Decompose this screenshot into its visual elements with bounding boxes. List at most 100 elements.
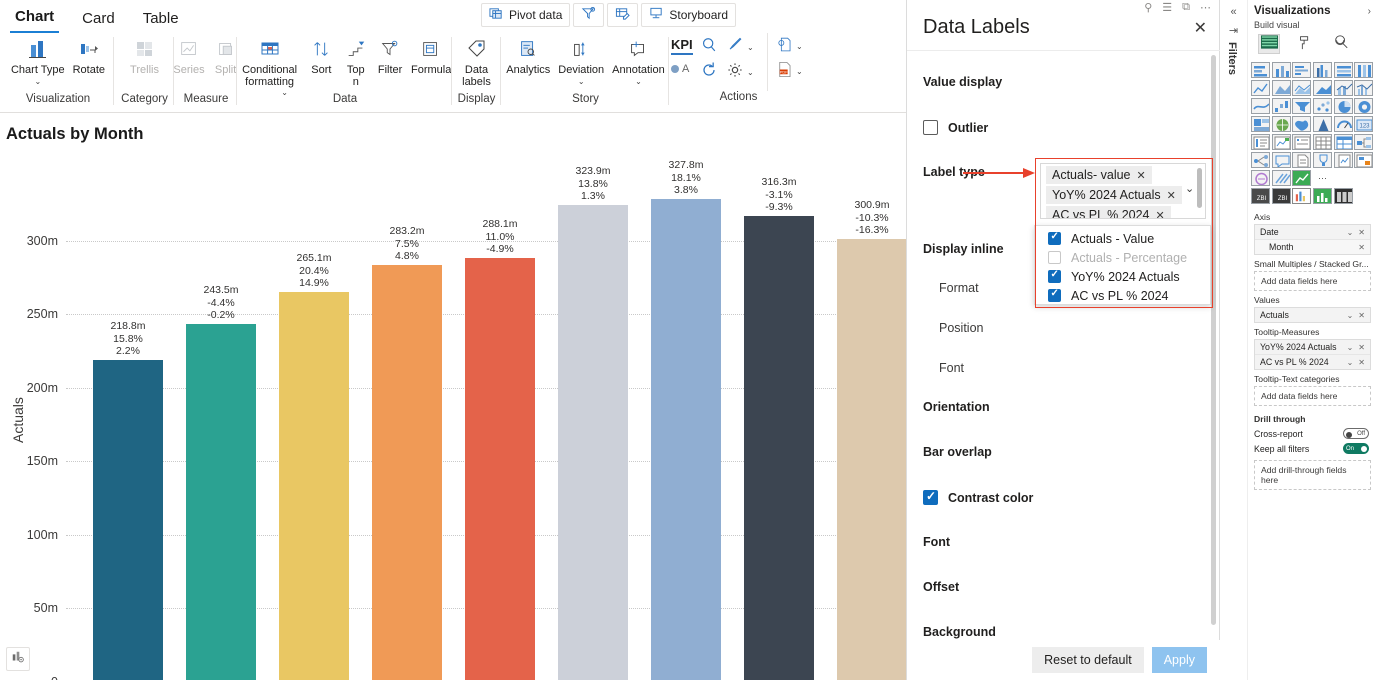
field-actuals[interactable]: Actuals ⌄ ✕ — [1255, 308, 1370, 322]
bar-september[interactable]: 300.9m -10.3% -16.3% — [837, 199, 907, 680]
label-type-tag[interactable]: YoY% 2024 Actuals ✕ — [1046, 186, 1182, 204]
viz-icon-waterfall[interactable] — [1271, 98, 1291, 114]
viz-icon-multirow-card[interactable] — [1251, 134, 1270, 150]
chevron-down-icon[interactable]: ⌄ — [635, 77, 642, 86]
text-color-button[interactable]: A — [671, 63, 689, 75]
viz-icon-treemap[interactable] — [1251, 116, 1270, 132]
viz-icon-clustered-bar[interactable] — [1292, 62, 1312, 78]
zoom-button[interactable] — [699, 35, 719, 60]
chevron-down-icon[interactable]: ⌄ — [578, 77, 585, 86]
viz-icon-powerapps[interactable] — [1354, 152, 1374, 168]
viz-icon-paginated-report[interactable] — [1333, 152, 1353, 168]
bar-june[interactable]: 323.9m 13.8% 1.3% — [558, 165, 628, 680]
label-type-tag[interactable]: Actuals- value ✕ — [1046, 166, 1152, 184]
remove-field-icon[interactable]: ✕ — [1358, 228, 1365, 237]
remove-field-icon[interactable]: ✕ — [1358, 358, 1365, 367]
viz-icon-slicer[interactable] — [1292, 134, 1312, 150]
chevron-down-icon[interactable]: ⌄ — [747, 68, 754, 77]
export-settings-button[interactable]: ⌄ — [775, 35, 803, 59]
bar-august[interactable]: 316.3m -3.1% -9.3% — [744, 176, 814, 680]
viz-icon-line-clustered-column[interactable] — [1354, 80, 1374, 96]
axis-well[interactable]: Date ⌄ ✕ Month ✕ — [1254, 224, 1371, 255]
apply-button[interactable]: Apply — [1151, 647, 1207, 673]
annotation-button[interactable]: Annotation ⌄ — [608, 33, 669, 86]
viz-icon-clustered-column[interactable] — [1312, 62, 1332, 78]
viz-icon-table[interactable] — [1312, 134, 1332, 150]
bar-july[interactable]: 327.8m 18.1% 3.8% — [651, 159, 721, 680]
outlier-checkbox[interactable] — [923, 120, 938, 135]
bar-april[interactable]: 283.2m 7.5% 4.8% — [372, 225, 442, 680]
option-checkbox[interactable] — [1048, 288, 1061, 302]
chevron-down-icon[interactable]: ⌄ — [34, 77, 41, 86]
viz-icon-100-stacked-column[interactable] — [1354, 62, 1374, 78]
field-month[interactable]: Month ✕ — [1255, 240, 1370, 254]
dropdown-option-actuals-value[interactable]: Actuals - Value — [1035, 229, 1210, 248]
option-checkbox[interactable] — [1048, 251, 1061, 264]
bar-may[interactable]: 288.1m 11.0% -4.9% — [465, 218, 535, 680]
viz-icon-map[interactable] — [1271, 116, 1291, 132]
trellis-button[interactable]: Trellis — [126, 33, 163, 77]
bar-february[interactable]: 243.5m -4.4% -0.2% — [186, 284, 256, 680]
viz-icon-key-influencers[interactable] — [1251, 152, 1270, 168]
cross-report-toggle[interactable]: Off — [1343, 428, 1369, 439]
viz-icon-kpi[interactable] — [1271, 134, 1291, 150]
remove-field-icon[interactable]: ✕ — [1358, 311, 1365, 320]
keep-all-filters-toggle[interactable]: On — [1343, 443, 1369, 454]
expand-icon[interactable]: › — [1368, 6, 1371, 17]
viz-icon-area[interactable] — [1271, 80, 1291, 96]
edit-table-button[interactable] — [607, 3, 639, 27]
viz-icon-ribbon[interactable] — [1251, 98, 1270, 114]
bar-january[interactable]: 218.8m 15.8% 2.2% — [93, 320, 163, 680]
series-button[interactable]: Series — [169, 33, 208, 77]
chevron-down-icon[interactable]: ⌄ — [747, 43, 754, 52]
small-multiples-well[interactable]: Add data fields here — [1254, 271, 1371, 291]
viz-icon-gauge[interactable] — [1333, 116, 1353, 132]
kpi-button[interactable]: KPI — [671, 37, 693, 55]
tagbox-scrollbar[interactable] — [1197, 168, 1202, 208]
tooltip-text-categories-well[interactable]: Add data fields here — [1254, 386, 1371, 406]
build-visual-tab[interactable] — [1258, 34, 1280, 54]
dropdown-option-actuals-percentage[interactable]: Actuals - Percentage — [1035, 248, 1210, 267]
analytics-tab[interactable] — [1330, 34, 1352, 54]
filter-button[interactable]: Filter — [373, 33, 407, 77]
expand-pane-icon[interactable]: ⇥ — [1220, 24, 1247, 37]
collapse-left-icon[interactable]: « — [1220, 6, 1247, 18]
dropdown-option-yoy-2024-actuals[interactable]: YoY% 2024 Actuals — [1035, 267, 1210, 286]
bar-march[interactable]: 265.1m 20.4% 14.9% — [279, 252, 349, 680]
viz-icon-pie[interactable] — [1333, 98, 1353, 114]
viz-icon-card[interactable]: 123 — [1354, 116, 1374, 132]
close-icon[interactable]: ✕ — [1137, 169, 1146, 182]
remove-field-icon[interactable]: ✕ — [1358, 343, 1365, 352]
analytics-button[interactable]: Analytics — [502, 33, 554, 77]
viz-icon-narrative[interactable] — [1292, 152, 1312, 168]
viz-icon-custom-blue[interactable] — [1271, 170, 1291, 186]
chevron-down-icon[interactable]: ⌄ — [1347, 311, 1354, 320]
viz-icon-zebra-bi-charts-selected[interactable] — [1292, 188, 1312, 204]
viz-icon-donut[interactable] — [1354, 98, 1374, 114]
panel-scrollbar[interactable] — [1211, 55, 1216, 625]
viz-icon-stacked-area[interactable] — [1292, 80, 1312, 96]
viz-icon-zebra-bi-tables-1[interactable]: ZBI — [1251, 188, 1270, 204]
chevron-down-icon[interactable]: ⌄ — [1347, 228, 1354, 237]
filters-label[interactable]: Filters — [1226, 42, 1238, 75]
more-icon[interactable]: ⋯ — [1200, 1, 1211, 14]
field-date[interactable]: Date ⌄ ✕ — [1255, 225, 1370, 240]
field-ac-vs-pl-2024[interactable]: AC vs PL % 2024 ⌄ ✕ — [1255, 355, 1370, 369]
label-type-chevron-down-icon[interactable]: ⌄ — [1185, 182, 1194, 195]
chart-type-button[interactable]: Chart Type ⌄ — [7, 33, 69, 86]
viz-icon-decomposition-tree[interactable] — [1354, 134, 1374, 150]
chevron-down-icon[interactable]: ⌄ — [1347, 343, 1354, 352]
dropdown-option-ac-vs-pl-2024[interactable]: AC vs PL % 2024 — [1035, 286, 1210, 305]
option-checkbox[interactable] — [1048, 269, 1061, 283]
viz-icon-funnel[interactable] — [1292, 98, 1312, 114]
conditional-formatting-button[interactable]: Conditional formatting ⌄ — [235, 33, 305, 97]
viz-icon-stacked-bar[interactable] — [1251, 62, 1270, 78]
close-icon[interactable]: ✕ — [1156, 209, 1165, 219]
viz-icon-line-stacked-column[interactable] — [1333, 80, 1353, 96]
rotate-button[interactable]: Rotate — [69, 33, 109, 77]
chevron-down-icon[interactable]: ⌄ — [796, 68, 803, 76]
viz-icon-custom-purple[interactable] — [1251, 170, 1270, 186]
viz-icon-stacked-column[interactable] — [1271, 62, 1291, 78]
list-icon[interactable]: ☰ — [1162, 1, 1172, 14]
pivot-data-button[interactable]: Pivot data — [481, 3, 571, 27]
